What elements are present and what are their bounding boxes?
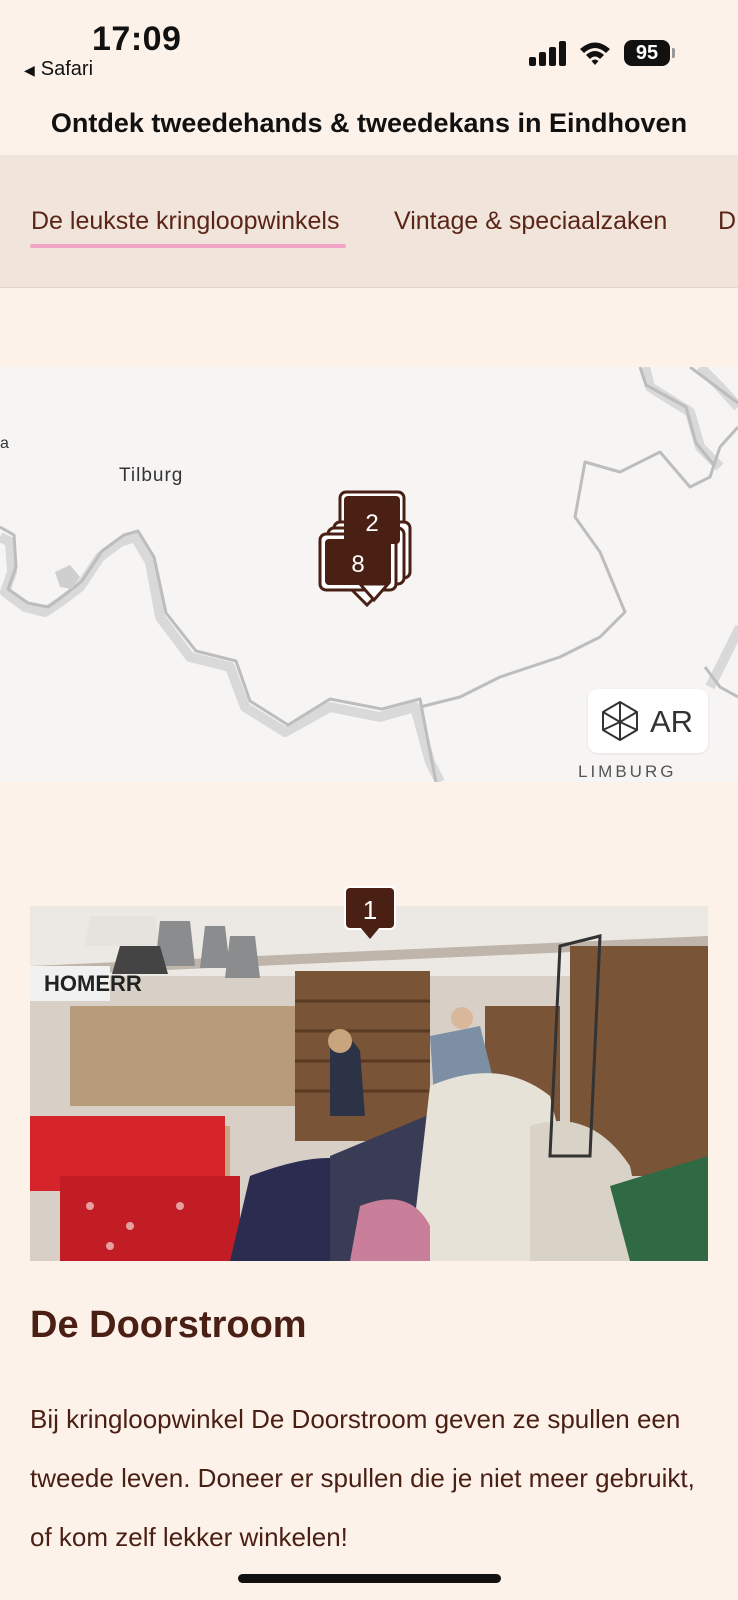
tab-vintage-speciaalzaken[interactable]: Vintage & speciaalzaken bbox=[394, 207, 667, 236]
marker-pointer-icon bbox=[360, 927, 380, 939]
map-label-edge: a bbox=[0, 435, 10, 452]
tab-next-partial[interactable]: D bbox=[718, 207, 736, 236]
page-title: Ontdek tweedehands & tweedekans in Eindh… bbox=[50, 108, 688, 138]
map-label-limburg: LIMBURG bbox=[578, 762, 677, 781]
cellular-signal-icon bbox=[529, 40, 567, 66]
location-description: Bij kringloopwinkel De Doorstroom geven … bbox=[30, 1404, 695, 1552]
back-app-label: Safari bbox=[40, 58, 94, 80]
shop-photo[interactable]: HOMERR bbox=[30, 906, 708, 1261]
active-tab-indicator bbox=[30, 244, 346, 248]
battery-icon: 95 bbox=[624, 40, 675, 66]
map-label-tilburg: Tilburg bbox=[119, 465, 184, 486]
status-bar: 17:09 ◀ Safari 95 bbox=[0, 0, 738, 100]
location-title[interactable]: De Doorstroom bbox=[30, 1304, 307, 1347]
home-indicator[interactable] bbox=[238, 1574, 501, 1583]
map-view[interactable]: Tilburg a LIMBURG Ei n 2 8 bbox=[0, 367, 738, 782]
back-arrow-icon: ◀ bbox=[24, 62, 35, 78]
card-map-marker[interactable]: 1 bbox=[344, 886, 396, 940]
photo-sign-text: HOMERR bbox=[44, 971, 142, 996]
cluster-count-front: 8 bbox=[351, 551, 364, 578]
ar-button[interactable]: AR bbox=[588, 689, 708, 753]
back-to-safari-link[interactable]: ◀ Safari bbox=[24, 58, 93, 81]
cluster-count-back: 2 bbox=[365, 510, 378, 537]
battery-level: 95 bbox=[624, 40, 670, 66]
map-cluster-marker[interactable]: 2 8 bbox=[312, 489, 422, 619]
marker-number: 1 bbox=[344, 886, 396, 930]
category-tabs: De leukste kringloopwinkels Vintage & sp… bbox=[0, 155, 738, 288]
ar-label: AR bbox=[650, 704, 694, 739]
wifi-icon bbox=[580, 42, 610, 65]
cube-3d-icon bbox=[602, 701, 638, 741]
status-time: 17:09 bbox=[92, 20, 182, 58]
tab-kringloopwinkels[interactable]: De leukste kringloopwinkels bbox=[31, 207, 339, 236]
